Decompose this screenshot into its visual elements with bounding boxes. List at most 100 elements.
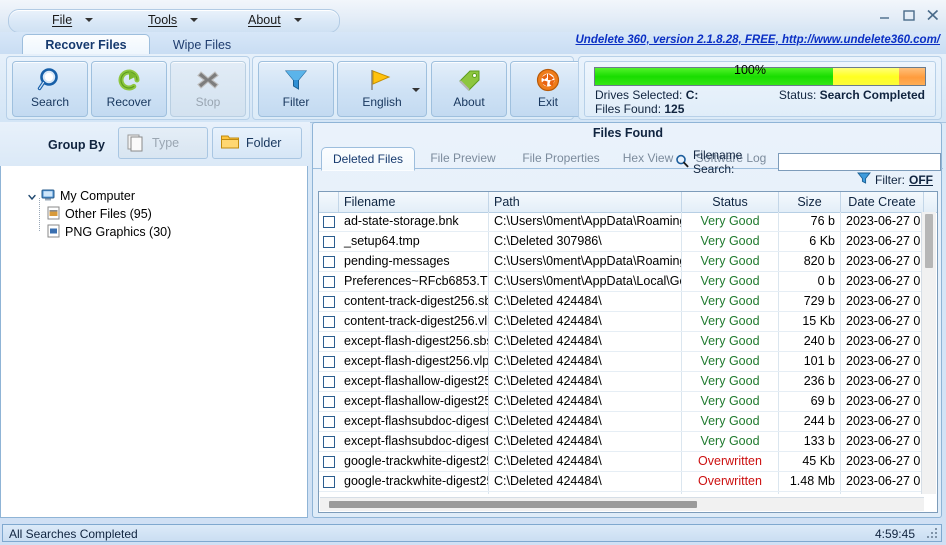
- checkbox-icon[interactable]: [323, 295, 335, 308]
- recover-button[interactable]: Recover: [91, 61, 167, 117]
- row-checkbox-cell[interactable]: [319, 232, 339, 251]
- filter-value[interactable]: OFF: [909, 173, 933, 187]
- row-checkbox-cell[interactable]: [319, 292, 339, 311]
- tab-hex-view[interactable]: Hex View: [613, 148, 683, 168]
- row-checkbox-cell[interactable]: [319, 372, 339, 391]
- tab-hex-view-label: Hex View: [622, 151, 674, 165]
- checkbox-icon[interactable]: [323, 275, 335, 288]
- row-checkbox-cell[interactable]: [319, 452, 339, 471]
- row-checkbox-cell[interactable]: [319, 432, 339, 451]
- vertical-scrollbar-thumb[interactable]: [925, 214, 933, 268]
- status-bar-message: All Searches Completed: [9, 527, 138, 541]
- chevron-down-icon[interactable]: [27, 191, 37, 201]
- resize-grip[interactable]: [926, 527, 937, 538]
- product-link[interactable]: Undelete 360, version 2.1.8.28, FREE, ht…: [576, 34, 941, 46]
- tree-node-other-files[interactable]: Other Files (95): [47, 205, 152, 223]
- maximize-button[interactable]: [901, 8, 916, 22]
- table-row[interactable]: goog-badbinurl-proto.metadataC:\Deleted …: [319, 492, 924, 494]
- column-header-path[interactable]: Path: [489, 192, 682, 212]
- table-row[interactable]: content-track-digest256.sbst...C:\Delete…: [319, 292, 924, 312]
- row-checkbox-cell[interactable]: [319, 392, 339, 411]
- table-row[interactable]: except-flash-digest256.vlpsetC:\Deleted …: [319, 352, 924, 372]
- tree-node-my-computer[interactable]: My Computer: [27, 187, 135, 205]
- row-checkbox-cell[interactable]: [319, 212, 339, 231]
- row-checkbox-cell[interactable]: [319, 352, 339, 371]
- computer-icon: [41, 188, 55, 205]
- cell-size: 101 b: [779, 352, 841, 371]
- tab-wipe-files[interactable]: Wipe Files: [152, 35, 252, 54]
- column-header-date[interactable]: Date Create: [841, 192, 924, 212]
- status-bar: All Searches Completed 4:59:45: [2, 524, 942, 542]
- checkbox-icon[interactable]: [323, 375, 335, 388]
- table-row[interactable]: except-flashsubdoc-digest25...C:\Deleted…: [319, 412, 924, 432]
- vertical-scrollbar[interactable]: [921, 212, 936, 494]
- column-header-status[interactable]: Status: [682, 192, 779, 212]
- menu-item-file[interactable]: File: [52, 10, 94, 30]
- tab-recover-files[interactable]: Recover Files: [22, 34, 150, 55]
- table-row[interactable]: except-flashsubdoc-digest25...C:\Deleted…: [319, 432, 924, 452]
- cell-filename: google-trackwhite-digest256....: [339, 452, 489, 471]
- language-button[interactable]: English: [337, 61, 427, 117]
- column-header-size[interactable]: Size: [779, 192, 841, 212]
- cell-status: Very Good: [682, 412, 779, 431]
- checkbox-icon[interactable]: [323, 335, 335, 348]
- table-row[interactable]: content-track-digest256.vlpsetC:\Deleted…: [319, 312, 924, 332]
- files-found-value: 125: [664, 102, 685, 116]
- horizontal-scrollbar[interactable]: [320, 497, 924, 511]
- table-row[interactable]: except-flashallow-digest256....C:\Delete…: [319, 372, 924, 392]
- exit-button[interactable]: Exit: [510, 61, 586, 117]
- checkbox-icon[interactable]: [323, 315, 335, 328]
- table-row[interactable]: Preferences~RFcb6853.TMPC:\Users\0ment\A…: [319, 272, 924, 292]
- toolbar-group-actions: Search Recover Stop: [6, 56, 250, 120]
- row-checkbox-cell[interactable]: [319, 472, 339, 491]
- row-checkbox-cell[interactable]: [319, 312, 339, 331]
- table-row[interactable]: _setup64.tmp C:\Deleted 307986\ Very Good 6…: [319, 232, 924, 252]
- filter-button[interactable]: Filter: [258, 61, 334, 117]
- table-row[interactable]: ad-state-storage.bnk C:\Users\0ment\AppDa…: [319, 212, 924, 232]
- checkbox-icon[interactable]: [323, 475, 335, 488]
- column-header-filename[interactable]: Filename: [339, 192, 489, 212]
- checkbox-icon[interactable]: [323, 435, 335, 448]
- search-button[interactable]: Search: [12, 61, 88, 117]
- checkbox-icon[interactable]: [323, 235, 335, 248]
- close-button[interactable]: [925, 8, 940, 22]
- group-by-folder-button[interactable]: Folder: [212, 127, 302, 159]
- checkbox-icon[interactable]: [323, 355, 335, 368]
- table-row[interactable]: pending-messages C:\Users\0ment\AppData\R…: [319, 252, 924, 272]
- progress-percent-label: 100%: [734, 63, 766, 77]
- tab-file-preview[interactable]: File Preview: [417, 148, 509, 168]
- stop-button[interactable]: Stop: [170, 61, 246, 117]
- filename-search-input[interactable]: [778, 153, 941, 171]
- menu-item-about[interactable]: About: [248, 10, 302, 30]
- table-row[interactable]: except-flashallow-digest256....C:\Delete…: [319, 392, 924, 412]
- checkbox-icon[interactable]: [323, 255, 335, 268]
- minimize-button[interactable]: [877, 8, 892, 22]
- checkbox-icon[interactable]: [323, 395, 335, 408]
- tab-file-properties[interactable]: File Properties: [511, 148, 611, 168]
- about-button[interactable]: About: [431, 61, 507, 117]
- group-by-type-button[interactable]: Type: [118, 127, 208, 159]
- checkbox-icon[interactable]: [323, 215, 335, 228]
- menu-item-tools[interactable]: Tools: [148, 10, 199, 30]
- tab-wipe-files-label: Wipe Files: [172, 37, 232, 52]
- row-checkbox-cell[interactable]: [319, 412, 339, 431]
- tab-deleted-files[interactable]: Deleted Files: [321, 147, 415, 171]
- file-image-icon: [47, 224, 60, 241]
- row-checkbox-cell[interactable]: [319, 252, 339, 271]
- filter-toggle[interactable]: Filter: OFF: [857, 171, 933, 188]
- checkbox-icon[interactable]: [323, 415, 335, 428]
- horizontal-scrollbar-thumb[interactable]: [329, 501, 697, 508]
- table-row[interactable]: google-trackwhite-digest256....C:\Delete…: [319, 452, 924, 472]
- tab-file-properties-label: File Properties: [522, 151, 600, 165]
- row-checkbox-cell[interactable]: [319, 332, 339, 351]
- row-checkbox-cell[interactable]: [319, 272, 339, 291]
- chevron-down-icon[interactable]: [412, 88, 420, 92]
- tree-node-png-graphics[interactable]: PNG Graphics (30): [47, 223, 171, 241]
- cell-filename: goog-badbinurl-proto.metadata: [339, 492, 489, 494]
- checkbox-icon[interactable]: [323, 455, 335, 468]
- column-header-check[interactable]: [319, 192, 339, 212]
- table-row[interactable]: except-flash-digest256.sbstoreC:\Deleted…: [319, 332, 924, 352]
- cell-date: 2023-06-27 0: [841, 492, 924, 494]
- row-checkbox-cell[interactable]: [319, 492, 339, 494]
- table-row[interactable]: google-trackwhite-digest256....C:\Delete…: [319, 472, 924, 492]
